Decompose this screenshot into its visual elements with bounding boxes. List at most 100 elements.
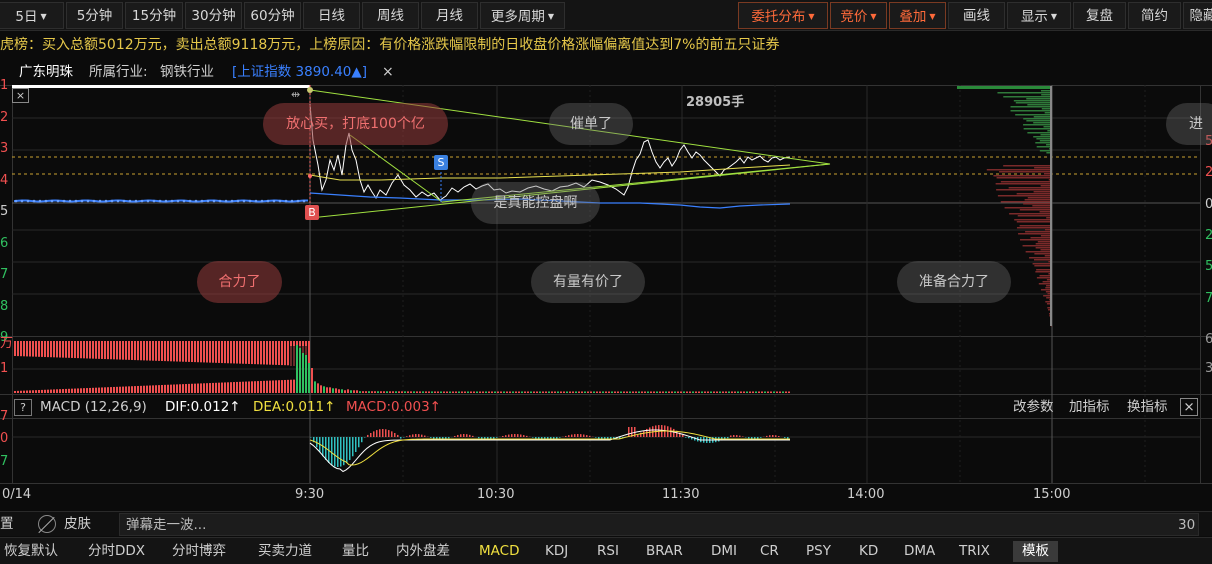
tab-brar[interactable]: BRAR [646, 538, 683, 564]
volume-bar [56, 341, 58, 358]
danmu-bubble[interactable]: 合力了 [197, 261, 282, 303]
volume-bar [26, 341, 28, 357]
zoom-icon[interactable]: ⇹ [291, 89, 309, 101]
tab-psy[interactable]: PSY [806, 538, 831, 564]
danmu-input[interactable]: 弹幕走一波... 30 [119, 513, 1199, 536]
tab-cr[interactable]: CR [760, 538, 779, 564]
danmu-bubble[interactable]: 进 [1166, 103, 1212, 145]
tab-ddx[interactable]: 分时DDX [88, 538, 145, 564]
volume-bar [689, 391, 691, 393]
danmu-bubble[interactable]: 准备合力了 [897, 261, 1011, 303]
prev-day-dot [236, 199, 240, 203]
tab-trix[interactable]: TRIX [959, 538, 990, 564]
tab-dmi[interactable]: DMI [711, 538, 737, 564]
danmu-settings[interactable]: 置 [0, 512, 14, 536]
volume-bar [653, 391, 655, 393]
volume-bar [173, 341, 175, 362]
volume-bar [422, 391, 424, 393]
tab-in-out-diff[interactable]: 内外盘差 [396, 538, 450, 564]
danmu-bubble[interactable]: 催单了 [549, 103, 633, 145]
volume-bar [539, 391, 541, 393]
orderbook-bid-bar [995, 183, 1052, 185]
skin-button[interactable]: 皮肤 [64, 512, 91, 536]
buy-marker[interactable]: B [305, 205, 319, 220]
prev-day-dot [38, 199, 42, 203]
macd-histogram-bar [742, 436, 744, 437]
volume-bar [542, 391, 544, 393]
volume-bar [545, 391, 547, 393]
prev-day-dot [230, 199, 234, 203]
sell-marker[interactable]: S [434, 155, 448, 170]
volume-bar [83, 388, 85, 393]
tab-macd[interactable]: MACD [479, 538, 519, 564]
no-barrage-icon[interactable] [38, 515, 56, 534]
tab-reset-default[interactable]: 恢复默认 [4, 538, 58, 564]
volume-bar [83, 341, 85, 359]
tab-kd[interactable]: KD [859, 538, 878, 564]
close-chart-icon[interactable]: × [12, 88, 29, 103]
volume-bar [398, 391, 400, 393]
volume-bar [137, 385, 139, 393]
danmu-bubble[interactable]: 是真能控盘啊 [471, 182, 600, 224]
macd-histogram-bar [388, 430, 390, 437]
volume-bar [347, 389, 349, 393]
danmu-bubble[interactable]: 放心买，打底100个亿 [263, 103, 448, 145]
close-indicator-icon[interactable]: × [1180, 398, 1198, 416]
volume-bar [182, 384, 184, 393]
add-indicator-button[interactable]: 加指标 [1069, 396, 1110, 418]
macd-histogram-bar [535, 437, 537, 439]
macd-title[interactable]: MACD (12,26,9) [40, 396, 147, 418]
orderbook-bid-bar [993, 175, 1052, 177]
switch-indicator-button[interactable]: 换指标 [1127, 396, 1168, 418]
time-label-0930: 9:30 [295, 487, 325, 502]
volume-bar [674, 391, 676, 393]
volume-bar [761, 391, 763, 393]
macd-histogram-bar [598, 437, 600, 439]
volume-bar [596, 391, 598, 393]
help-icon[interactable]: ? [14, 399, 32, 416]
tab-buy-sell-force[interactable]: 买卖力道 [258, 538, 312, 564]
macd-histogram-bar [400, 437, 402, 439]
volume-bar [305, 355, 307, 393]
tab-template[interactable]: 模板 [1013, 541, 1058, 562]
danmu-bubble[interactable]: 有量有价了 [531, 261, 645, 303]
volume-bar [56, 389, 58, 393]
volume-bar [473, 391, 475, 393]
orderbook-ask-bar [1013, 100, 1052, 102]
volume-bar [266, 341, 268, 365]
volume-bar [407, 391, 409, 393]
tab-dma[interactable]: DMA [904, 538, 935, 564]
tab-volume-ratio[interactable]: 量比 [342, 538, 369, 564]
volume-bar [344, 390, 346, 393]
volume-bar [89, 341, 91, 359]
volume-bar [638, 391, 640, 393]
volume-bar [512, 391, 514, 393]
macd-histogram-bar [397, 434, 399, 437]
tab-rsi[interactable]: RSI [597, 538, 619, 564]
macd-histogram-bar [775, 435, 777, 437]
prev-day-dot [272, 199, 276, 203]
volume-bar [89, 387, 91, 393]
volume-bar [623, 391, 625, 393]
prev-day-dot [254, 199, 258, 203]
macd-histogram-bar [367, 434, 369, 437]
tab-game[interactable]: 分时博弈 [172, 538, 226, 564]
macd-histogram-bar [364, 437, 366, 438]
volume-bar [98, 387, 100, 393]
tab-kdj[interactable]: KDJ [545, 538, 568, 564]
volume-bar [389, 391, 391, 393]
prev-day-dot [248, 199, 252, 203]
volume-bar [275, 341, 277, 365]
orderbook-ask-bar [997, 92, 1052, 94]
orderbook-ask-bar [1023, 128, 1052, 130]
volume-bar [518, 391, 520, 393]
macd-histogram-bar [556, 437, 558, 439]
macd-histogram-bar [493, 437, 495, 439]
macd-histogram-bar [637, 434, 639, 437]
macd-histogram-bar [595, 437, 597, 438]
price-axis-label: 4 [0, 172, 9, 188]
modify-params-button[interactable]: 改参数 [1013, 396, 1054, 418]
prev-day-dot [152, 199, 156, 203]
volume-bar [716, 391, 718, 393]
macd-histogram-bar [454, 435, 456, 437]
